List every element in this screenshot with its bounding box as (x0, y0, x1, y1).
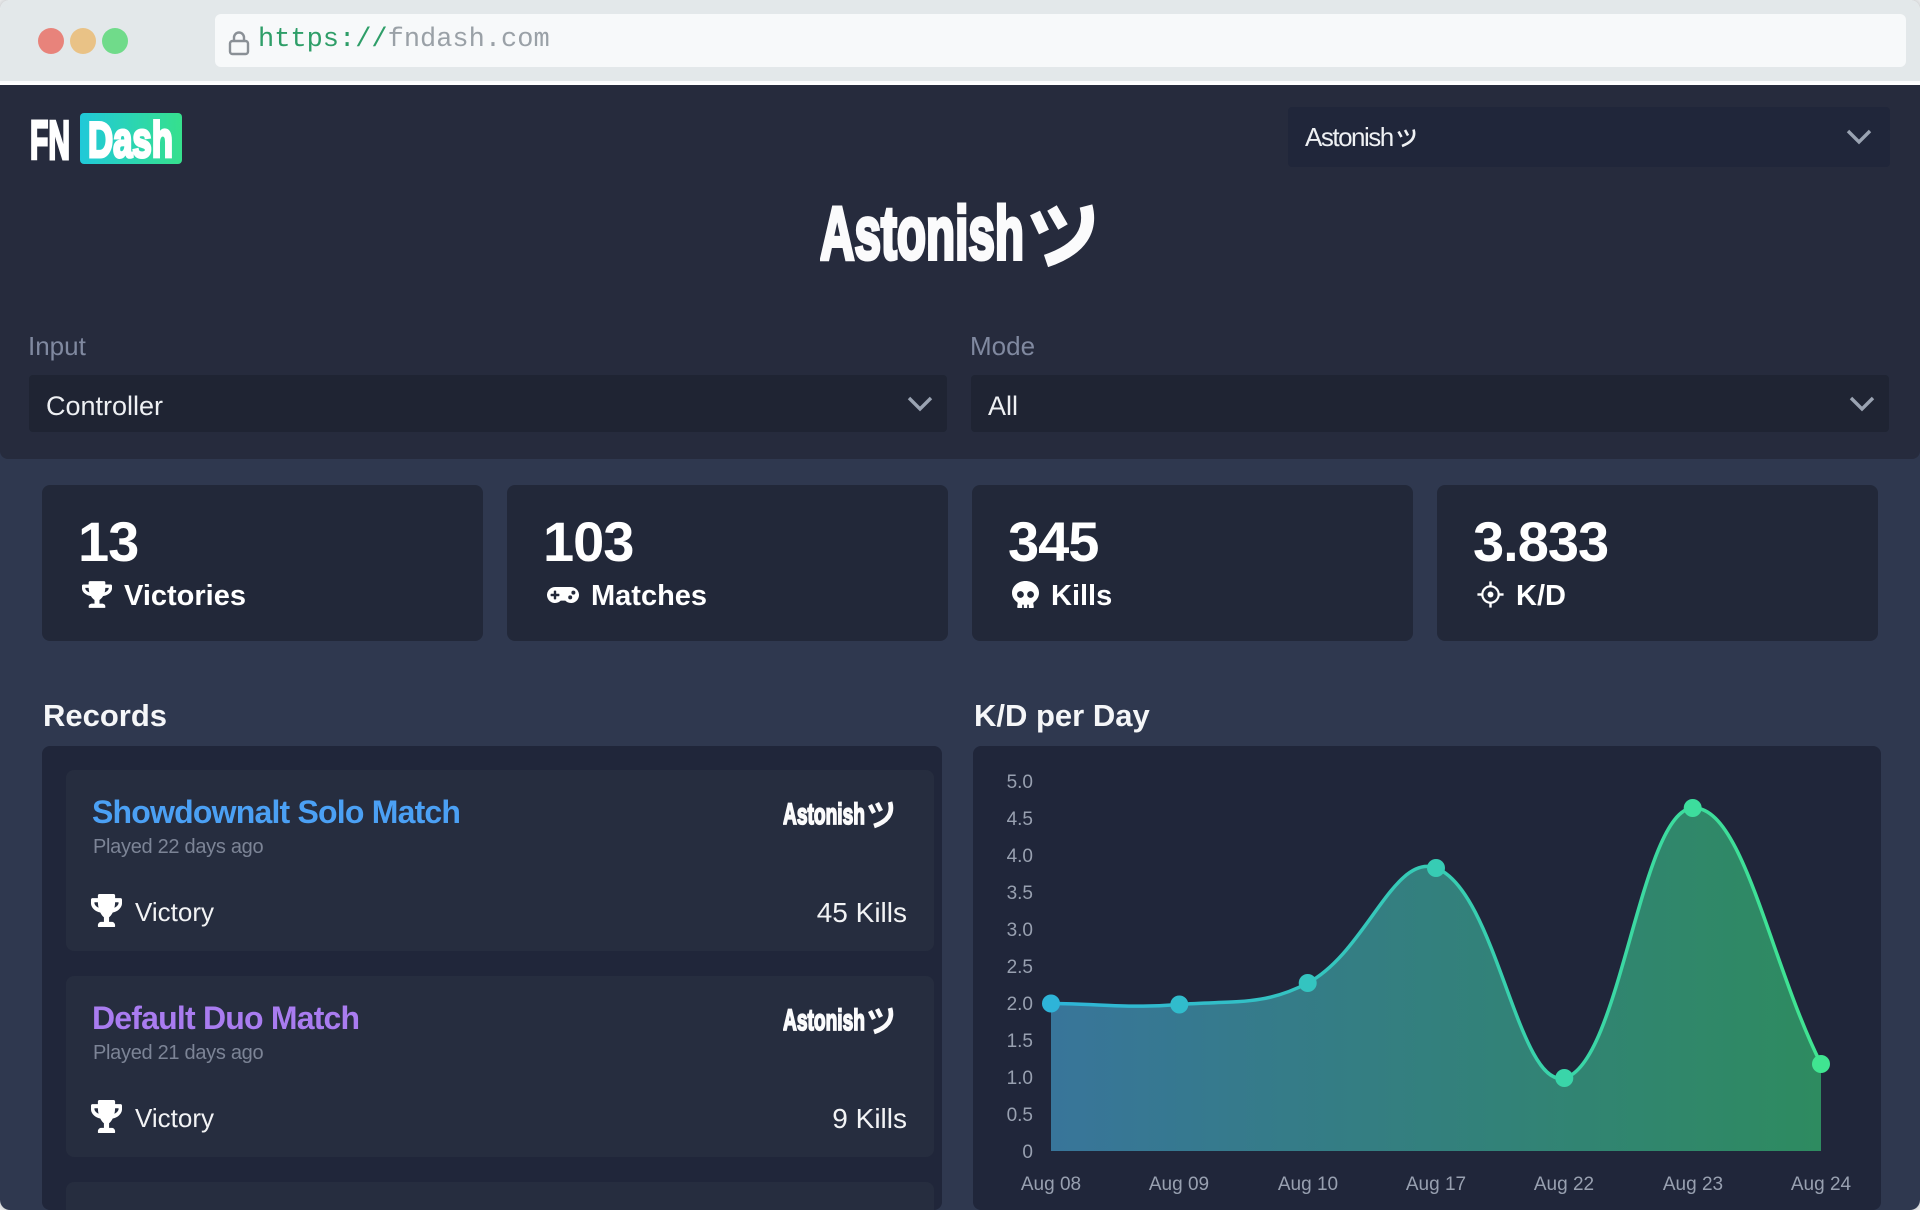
svg-text:5.0: 5.0 (1007, 772, 1033, 793)
svg-text:2.0: 2.0 (1007, 994, 1033, 1015)
svg-text:2.5: 2.5 (1007, 957, 1033, 978)
svg-text:0: 0 (1022, 1142, 1033, 1163)
svg-text:Aug 22: Aug 22 (1534, 1174, 1594, 1195)
svg-text:Astonish: Astonish (820, 199, 1024, 275)
svg-text:4.0: 4.0 (1007, 846, 1033, 867)
svg-text:Aug 10: Aug 10 (1278, 1174, 1338, 1195)
svg-text:Aug 09: Aug 09 (1149, 1174, 1209, 1195)
svg-text:Aug 24: Aug 24 (1791, 1174, 1852, 1195)
svg-text:4.5: 4.5 (1007, 809, 1033, 830)
svg-text:Aug 23: Aug 23 (1663, 1174, 1723, 1195)
svg-text:3.5: 3.5 (1007, 883, 1033, 904)
svg-text:Dash: Dash (88, 113, 173, 165)
svg-text:1.5: 1.5 (1007, 1031, 1033, 1052)
svg-text:FN: FN (30, 113, 70, 165)
svg-text:0.5: 0.5 (1007, 1105, 1033, 1126)
svg-text:Astonish: Astonish (783, 1004, 865, 1036)
svg-text:1.0: 1.0 (1007, 1068, 1033, 1089)
svg-text:Aug 08: Aug 08 (1021, 1174, 1081, 1195)
svg-text:Astonish: Astonish (783, 798, 865, 830)
svg-text:Aug 17: Aug 17 (1406, 1174, 1466, 1195)
svg-text:3.0: 3.0 (1007, 920, 1033, 941)
